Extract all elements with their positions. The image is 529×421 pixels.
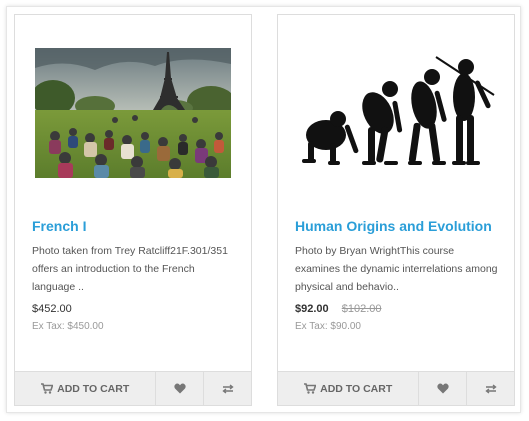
ex-tax-price: Ex Tax: $90.00	[295, 321, 361, 332]
add-to-cart-button[interactable]: ADD TO CART	[15, 372, 157, 405]
product-title-link[interactable]: Human Origins and Evolution	[295, 218, 492, 234]
product-image-link[interactable]	[15, 15, 251, 210]
old-price: $102.00	[341, 303, 382, 315]
product-actions: ADD TO CART	[15, 371, 251, 405]
add-to-cart-label: ADD TO CART	[320, 382, 393, 395]
ex-tax-price: Ex Tax: $450.00	[32, 321, 104, 332]
cart-icon	[304, 383, 317, 394]
product-title-link[interactable]: French I	[32, 218, 86, 234]
wishlist-button[interactable]	[156, 372, 205, 405]
paris-eiffel-tower-photo	[35, 47, 231, 178]
wishlist-button[interactable]	[419, 372, 468, 405]
heart-icon	[437, 383, 449, 394]
cart-icon	[41, 383, 54, 394]
product-price: $92.00 $102.00	[295, 303, 381, 315]
product-actions: ADD TO CART	[278, 371, 514, 405]
compare-button[interactable]	[204, 372, 251, 405]
add-to-cart-button[interactable]: ADD TO CART	[278, 372, 420, 405]
product-description: Photo taken from Trey Ratcliff21F.301/35…	[32, 245, 228, 293]
compare-arrows-icon	[484, 383, 497, 394]
compare-button[interactable]	[467, 372, 514, 405]
product-description: Photo by Bryan WrightThis course examine…	[295, 245, 498, 293]
add-to-cart-label: ADD TO CART	[57, 382, 130, 395]
compare-arrows-icon	[221, 383, 234, 394]
human-evolution-silhouette	[302, 55, 495, 165]
current-price: $452.00	[32, 303, 72, 315]
product-image-link[interactable]	[278, 15, 514, 210]
product-price: $452.00	[32, 303, 72, 315]
product-card-french: French I Photo taken from Trey Ratcliff2…	[14, 14, 252, 406]
product-card-human-origins: Human Origins and Evolution Photo by Bry…	[277, 14, 515, 406]
heart-icon	[174, 383, 186, 394]
current-price: $92.00	[295, 303, 329, 315]
